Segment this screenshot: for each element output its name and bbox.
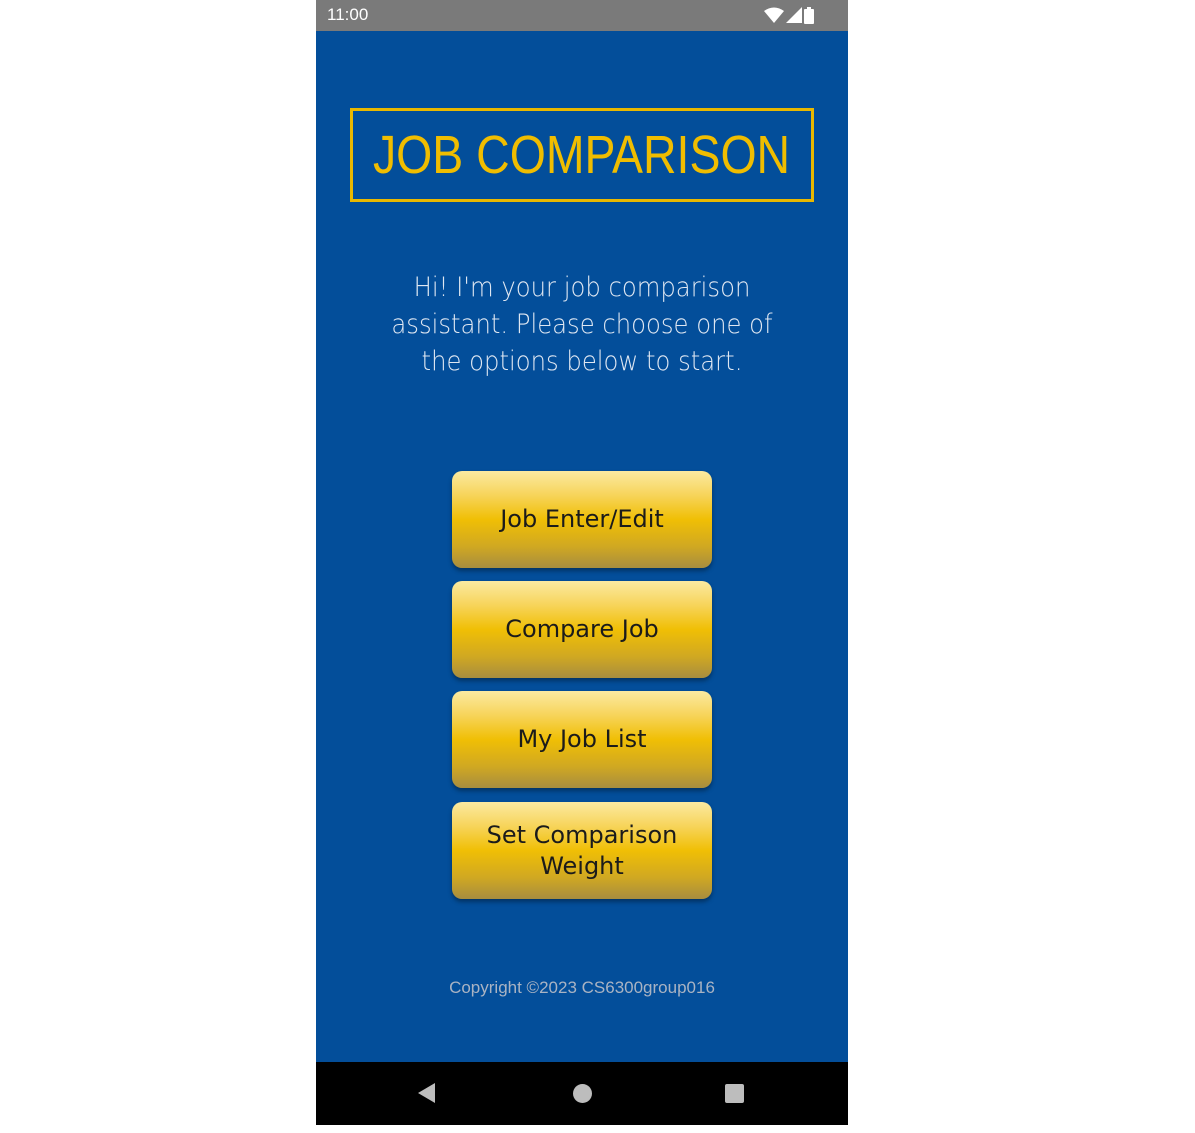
status-bar: 11:00 — [316, 0, 848, 31]
signal-icon — [786, 7, 802, 23]
back-icon[interactable] — [418, 1083, 435, 1103]
app-title: JOB COMPARISON — [373, 125, 791, 185]
job-enter-edit-button[interactable]: Job Enter/Edit — [452, 471, 712, 568]
my-job-list-button[interactable]: My Job List — [452, 691, 712, 788]
copyright-text: Copyright ©2023 CS6300group016 — [449, 978, 715, 997]
navigation-bar — [316, 1062, 848, 1125]
compare-job-button[interactable]: Compare Job — [452, 581, 712, 678]
set-comparison-weight-button[interactable]: Set Comparison Weight — [452, 802, 712, 899]
battery-icon — [804, 6, 814, 24]
title-box: JOB COMPARISON — [350, 108, 814, 202]
app-screen: 11:00 JOB COMPARISON Hi! I'm your job co… — [316, 0, 848, 1125]
status-icons — [764, 6, 814, 24]
wifi-icon — [764, 7, 784, 23]
recents-icon[interactable] — [725, 1084, 744, 1103]
home-icon[interactable] — [573, 1084, 592, 1103]
status-time: 11:00 — [327, 5, 369, 24]
intro-text: Hi! I'm your job comparison assistant. P… — [391, 272, 773, 377]
